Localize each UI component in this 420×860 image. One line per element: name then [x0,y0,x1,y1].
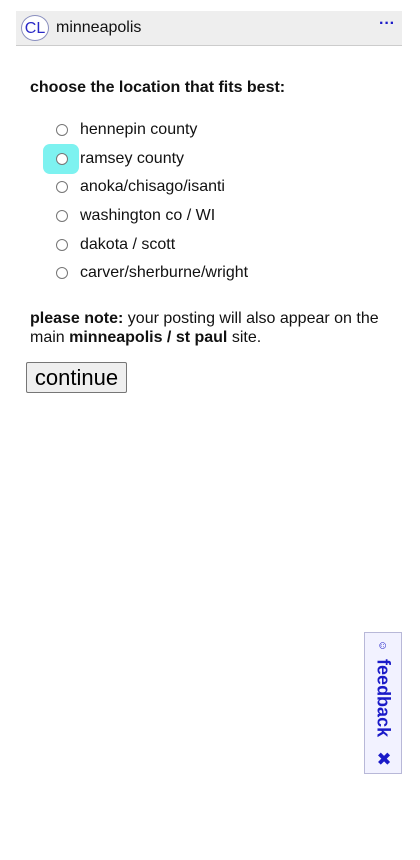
location-option-washington[interactable]: washington co / WI [55,202,375,231]
option-label[interactable]: dakota / scott [80,236,175,254]
craigslist-logo[interactable]: CL [21,15,49,41]
form-heading: choose the location that fits best: [30,79,286,96]
option-label[interactable]: carver/sherburne/wright [80,264,248,282]
radio-button[interactable] [56,210,68,223]
location-option-dakota[interactable]: dakota / scott [55,230,375,259]
page: CL minneapolis ··· choose the location t… [0,0,420,860]
feedback-label[interactable]: feedback [373,659,394,737]
radio-button[interactable] [56,124,68,137]
posting-note: please note: your posting will also appe… [30,309,390,347]
radio-button[interactable] [56,181,68,194]
feedback-tab[interactable]: ☺ feedback ✖ [364,632,402,774]
close-icon[interactable]: ✖ [373,751,394,766]
location-option-anoka[interactable]: anoka/chisago/isanti [55,173,375,202]
radio-button[interactable] [56,152,68,165]
location-option-ramsey[interactable]: ramsey county [43,143,375,174]
option-label[interactable]: anoka/chisago/isanti [80,178,225,196]
radio-button[interactable] [56,238,68,251]
note-site: minneapolis / st paul [69,329,228,346]
more-menu-icon[interactable]: ··· [379,15,395,33]
feedback-content: ☺ feedback ✖ [373,640,394,766]
top-bar: CL minneapolis ··· [16,11,402,46]
option-label[interactable]: washington co / WI [80,207,215,225]
option-label[interactable]: hennepin county [80,121,197,139]
option-label[interactable]: ramsey county [80,150,184,168]
location-option-carver[interactable]: carver/sherburne/wright [55,259,375,288]
radio-button[interactable] [56,267,68,280]
location-options: hennepin county ramsey county anoka/chis… [43,116,375,288]
continue-button[interactable]: continue [26,362,127,393]
smile-icon: ☺ [377,639,389,652]
note-suffix: site. [227,329,262,346]
location-option-hennepin[interactable]: hennepin county [55,116,375,145]
site-name[interactable]: minneapolis [56,19,141,37]
note-prefix: please note: [30,310,124,327]
